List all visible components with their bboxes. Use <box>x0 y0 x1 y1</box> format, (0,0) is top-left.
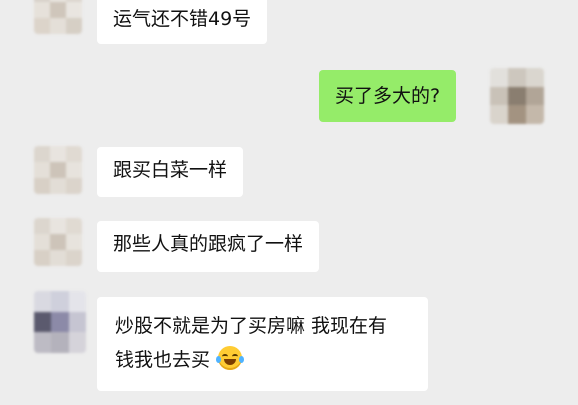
message-text: 运气还不错49号 <box>113 8 252 30</box>
avatar[interactable] <box>34 218 82 266</box>
message-bubble[interactable]: 那些人真的跟疯了一样 <box>97 221 320 272</box>
avatar[interactable] <box>34 0 82 34</box>
message-bubble[interactable]: 炒股不就是为了买房嘛 我现在有 钱我也去买 <box>97 297 428 391</box>
message-text: 钱我也去买 <box>115 349 211 371</box>
message-text-line: 钱我也去买 <box>115 343 410 377</box>
avatar[interactable] <box>34 146 82 194</box>
message-bubble-self[interactable]: 买了多大的? <box>319 70 457 122</box>
message-text: 买了多大的? <box>335 85 441 107</box>
chat-window: 运气还不错49号 买了多大的? 跟买白菜一样 那些人真的跟疯了一样 炒股不就是为… <box>0 0 578 405</box>
message-text-line: 炒股不就是为了买房嘛 我现在有 <box>115 315 388 337</box>
avatar[interactable] <box>34 291 86 353</box>
message-bubble[interactable]: 运气还不错49号 <box>97 0 268 44</box>
message-text: 那些人真的跟疯了一样 <box>113 233 304 255</box>
message-text: 跟买白菜一样 <box>113 159 228 181</box>
laughing-with-tears-emoji-icon <box>216 346 245 370</box>
message-bubble[interactable]: 跟买白菜一样 <box>97 147 244 197</box>
avatar-self[interactable] <box>490 68 544 124</box>
